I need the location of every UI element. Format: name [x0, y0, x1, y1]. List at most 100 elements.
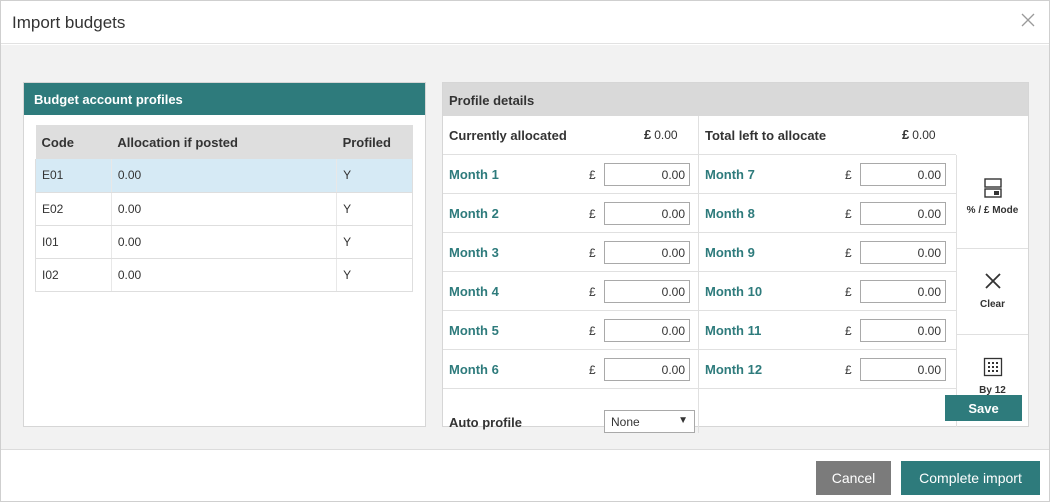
month-row-5: Month 5 £	[443, 311, 698, 350]
currency-symbol: £	[644, 127, 652, 142]
month-9-amount-input[interactable]	[860, 241, 946, 264]
table-row[interactable]: I01 0.00 Y	[35, 225, 413, 259]
month-label: Month 3	[449, 245, 499, 260]
clear-icon	[984, 273, 1001, 289]
month-label: Month 2	[449, 206, 499, 221]
currency-symbol: £	[845, 363, 852, 377]
dialog-header: Import budgets	[1, 1, 1049, 44]
cell-profiled: Y	[336, 159, 413, 193]
month-row-1: Month 1 £	[443, 155, 698, 194]
clear-label: Clear	[979, 299, 1005, 310]
month-7-amount-input[interactable]	[860, 163, 946, 186]
currently-allocated-row: Currently allocated £0.00	[443, 116, 698, 155]
currency-symbol: £	[845, 324, 852, 338]
month-6-amount-input[interactable]	[604, 358, 690, 381]
month-4-amount-input[interactable]	[604, 280, 690, 303]
table-row[interactable]: E02 0.00 Y	[35, 192, 413, 226]
column-header-code[interactable]: Code	[35, 125, 112, 159]
cancel-button[interactable]: Cancel	[816, 461, 891, 495]
auto-profile-select[interactable]: None ▼	[604, 410, 695, 433]
month-row-11: Month 11 £	[699, 311, 956, 350]
clear-button[interactable]: Clear	[957, 249, 1028, 335]
currency-symbol: £	[845, 246, 852, 260]
dialog-body: Budget account profiles Code Allocation …	[1, 45, 1049, 450]
month-row-7: Month 7 £	[699, 155, 956, 194]
month-row-10: Month 10 £	[699, 272, 956, 311]
cell-allocation: 0.00	[111, 159, 338, 193]
month-row-12: Month 12 £	[699, 350, 956, 389]
currently-allocated-label: Currently allocated	[449, 128, 567, 143]
currency-symbol: £	[845, 285, 852, 299]
month-row-8: Month 8 £	[699, 194, 956, 233]
auto-profile-value: None	[611, 415, 640, 429]
total-left-row: Total left to allocate £0.00	[699, 116, 956, 155]
cell-allocation: 0.00	[111, 258, 338, 292]
currency-symbol: £	[589, 285, 596, 299]
cell-profiled: Y	[336, 258, 413, 292]
profile-details-panel: Profile details Currently allocated £0.0…	[442, 82, 1029, 433]
month-12-amount-input[interactable]	[860, 358, 946, 381]
month-1-amount-input[interactable]	[604, 163, 690, 186]
currently-allocated-value: £0.00	[644, 127, 678, 142]
month-label: Month 8	[705, 206, 755, 221]
budget-account-profiles-title: Budget account profiles	[24, 83, 425, 115]
total-left-label: Total left to allocate	[705, 128, 827, 143]
month-11-amount-input[interactable]	[860, 319, 946, 342]
currency-symbol: £	[589, 324, 596, 338]
column-header-allocation[interactable]: Allocation if posted	[111, 125, 337, 159]
complete-import-button[interactable]: Complete import	[901, 461, 1040, 495]
column-header-profiled[interactable]: Profiled	[336, 125, 413, 159]
month-row-3: Month 3 £	[443, 233, 698, 272]
month-label: Month 1	[449, 167, 499, 182]
toggle-mode-icon	[983, 178, 1002, 198]
profile-details-title: Profile details	[443, 83, 1028, 116]
month-3-amount-input[interactable]	[604, 241, 690, 264]
currently-allocated-amount: 0.00	[654, 128, 678, 142]
month-10-amount-input[interactable]	[860, 280, 946, 303]
cell-code: I02	[35, 258, 112, 292]
month-row-2: Month 2 £	[443, 194, 698, 233]
month-label: Month 7	[705, 167, 755, 182]
cell-allocation: 0.00	[111, 192, 338, 226]
caret-down-icon: ▼	[678, 415, 688, 426]
import-budgets-dialog: Import budgets Budget account profiles C…	[0, 0, 1050, 502]
save-button[interactable]: Save	[945, 395, 1022, 421]
month-label: Month 4	[449, 284, 499, 299]
cell-code: E01	[35, 159, 112, 193]
percent-pound-mode-button[interactable]: % / £ Mode	[957, 155, 1028, 249]
grid-icon	[983, 357, 1002, 377]
currency-symbol: £	[589, 168, 596, 182]
total-left-value: £0.00	[902, 127, 936, 142]
month-label: Month 5	[449, 323, 499, 338]
budget-accounts-table: Code Allocation if posted Profiled E01 0…	[35, 125, 413, 292]
month-label: Month 6	[449, 362, 499, 377]
month-label: Month 10	[705, 284, 763, 299]
month-row-9: Month 9 £	[699, 233, 956, 272]
currency-symbol: £	[589, 246, 596, 260]
month-label: Month 11	[705, 323, 762, 338]
mode-label: % / £ Mode	[966, 205, 1019, 216]
month-8-amount-input[interactable]	[860, 202, 946, 225]
currency-symbol: £	[845, 207, 852, 221]
currency-symbol: £	[589, 207, 596, 221]
currency-symbol: £	[845, 168, 852, 182]
month-5-amount-input[interactable]	[604, 319, 690, 342]
month-label: Month 9	[705, 245, 755, 260]
cell-allocation: 0.00	[111, 225, 338, 259]
currency-symbol: £	[902, 127, 910, 142]
currency-symbol: £	[589, 363, 596, 377]
table-row[interactable]: E01 0.00 Y	[35, 159, 413, 193]
total-left-amount: 0.00	[912, 128, 936, 142]
table-row[interactable]: I02 0.00 Y	[35, 258, 413, 292]
month-2-amount-input[interactable]	[604, 202, 690, 225]
close-icon[interactable]	[1019, 11, 1037, 29]
budget-account-profiles-panel: Budget account profiles Code Allocation …	[23, 82, 426, 427]
month-row-4: Month 4 £	[443, 272, 698, 311]
cell-code: I01	[35, 225, 112, 259]
cell-profiled: Y	[336, 192, 413, 226]
month-label: Month 12	[705, 362, 763, 377]
dialog-title: Import budgets	[12, 13, 126, 32]
auto-profile-label: Auto profile	[449, 415, 522, 430]
month-row-6: Month 6 £	[443, 350, 698, 389]
cell-profiled: Y	[336, 225, 413, 259]
